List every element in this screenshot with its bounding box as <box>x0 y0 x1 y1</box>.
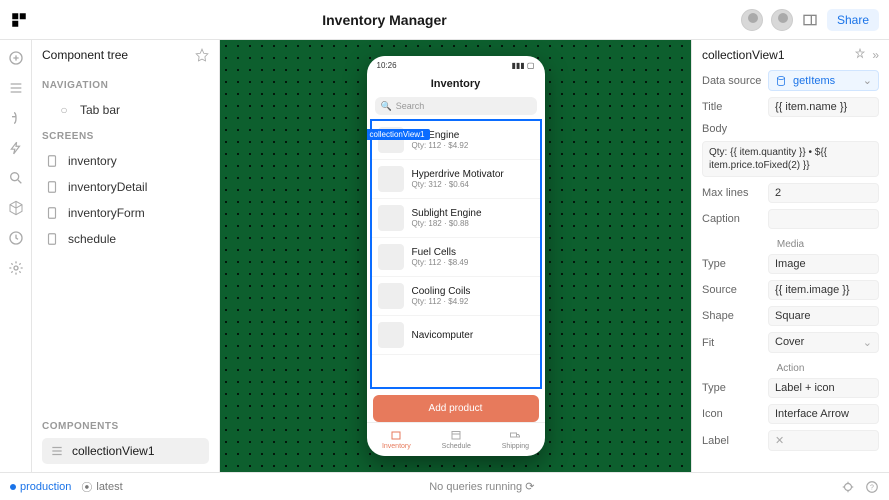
action-section-label: Action <box>702 363 879 374</box>
chevron-down-icon: ⌄ <box>863 336 872 349</box>
database-icon <box>775 75 787 87</box>
tab-shipping[interactable]: Shipping <box>502 429 529 450</box>
collection-view-selection[interactable]: Ion EngineQty: 112 · $4.92 Hyperdrive Mo… <box>370 119 542 389</box>
close-icon[interactable]: ✕ <box>775 435 784 447</box>
tree-item-tabbar[interactable]: ○ Tab bar <box>42 97 209 123</box>
icon-select[interactable]: Interface Arrow <box>768 404 879 424</box>
circle-icon: ○ <box>56 102 72 118</box>
svg-text:?: ? <box>870 484 874 491</box>
screen-icon <box>44 153 60 169</box>
refresh-icon[interactable]: ⟳ <box>525 481 534 493</box>
props-title: collectionView1 <box>702 48 785 62</box>
properties-panel: collectionView1 » Data source getItems ⌄… <box>691 40 889 472</box>
version-badge[interactable]: ⦿latest <box>81 479 122 495</box>
signal-icon: ▮▮▮ ▢ <box>512 61 535 70</box>
list-item[interactable]: Cooling CoilsQty: 112 · $4.92 <box>372 277 540 316</box>
truck-icon <box>509 429 521 441</box>
selection-tag[interactable]: collectionView1 <box>367 129 430 140</box>
query-status: No queries running ⟳ <box>133 480 831 493</box>
panels-icon[interactable] <box>801 11 819 29</box>
shape-select[interactable]: Square <box>768 306 879 326</box>
caption-input[interactable] <box>768 209 879 229</box>
calendar-icon <box>450 429 462 441</box>
component-item-selected[interactable]: collectionView1 <box>42 438 209 464</box>
title-input[interactable]: {{ item.name }} <box>768 97 879 117</box>
screen-icon <box>44 179 60 195</box>
maxlines-input[interactable]: 2 <box>768 183 879 203</box>
add-icon[interactable] <box>8 50 24 66</box>
list-icon <box>50 444 64 458</box>
screens-section-label: SCREENS <box>42 131 209 142</box>
chevron-down-icon: ⌄ <box>863 74 872 87</box>
list-item[interactable]: Ion EngineQty: 112 · $4.92 <box>372 121 540 160</box>
media-section-label: Media <box>702 239 879 250</box>
tab-schedule[interactable]: Schedule <box>442 429 471 450</box>
thumbnail <box>378 166 404 192</box>
nav-section-label: NAVIGATION <box>42 80 209 91</box>
help-icon[interactable]: ? <box>865 480 879 494</box>
action-type-select[interactable]: Label + icon <box>768 378 879 398</box>
source-input[interactable]: {{ item.image }} <box>768 280 879 300</box>
env-badge[interactable]: production <box>10 481 71 493</box>
list-item[interactable]: Sublight EngineQty: 182 · $0.88 <box>372 199 540 238</box>
gear-icon[interactable] <box>8 260 24 276</box>
media-type-select[interactable]: Image <box>768 254 879 274</box>
canvas[interactable]: 10:26 ▮▮▮ ▢ Inventory 🔍 Search collectio… <box>220 40 691 472</box>
statusbar: production ⦿latest No queries running ⟳ … <box>0 472 889 500</box>
search-icon: 🔍 <box>381 101 392 112</box>
box-icon <box>390 429 402 441</box>
add-product-button[interactable]: Add product <box>373 395 539 422</box>
phone-title: Inventory <box>367 74 545 94</box>
bolt-icon[interactable] <box>8 140 24 156</box>
debug-icon[interactable] <box>841 480 855 494</box>
component-tree-panel: Component tree NAVIGATION ○ Tab bar SCRE… <box>32 40 220 472</box>
app-title: Inventory Manager <box>28 12 741 28</box>
phone-tabbar: Inventory Schedule Shipping <box>367 422 545 456</box>
thumbnail <box>378 244 404 270</box>
thumbnail <box>378 283 404 309</box>
screen-icon <box>44 231 60 247</box>
list-item[interactable]: Hyperdrive MotivatorQty: 312 · $0.64 <box>372 160 540 199</box>
pin-icon[interactable] <box>195 48 209 62</box>
datasource-select[interactable]: getItems ⌄ <box>768 70 879 91</box>
component-tree-title: Component tree <box>42 48 128 62</box>
thumbnail <box>378 205 404 231</box>
screen-icon <box>44 205 60 221</box>
topbar: Inventory Manager Share <box>0 0 889 40</box>
list-item[interactable]: Fuel CellsQty: 112 · $8.49 <box>372 238 540 277</box>
body-input[interactable]: Qty: {{ item.quantity }} • ${{ item.pric… <box>702 141 879 177</box>
list-icon[interactable] <box>8 80 24 96</box>
datasource-label: Data source <box>702 75 762 87</box>
fit-select[interactable]: Cover⌄ <box>768 332 879 353</box>
tree-item-screen[interactable]: schedule <box>42 226 209 252</box>
function-icon[interactable] <box>8 110 24 126</box>
share-button[interactable]: Share <box>827 9 879 31</box>
label-input[interactable]: ✕ <box>768 430 879 451</box>
tree-item-screen[interactable]: inventory <box>42 148 209 174</box>
components-section-label: COMPONENTS <box>42 421 209 432</box>
phone-preview: 10:26 ▮▮▮ ▢ Inventory 🔍 Search collectio… <box>367 56 545 456</box>
thumbnail <box>378 322 404 348</box>
tab-inventory[interactable]: Inventory <box>382 429 411 450</box>
history-icon[interactable] <box>8 230 24 246</box>
phone-statusbar: 10:26 ▮▮▮ ▢ <box>367 56 545 74</box>
pin-icon[interactable] <box>854 48 866 62</box>
tag-icon: ⦿ <box>81 479 92 495</box>
avatar[interactable] <box>741 9 763 31</box>
left-rail <box>0 40 32 472</box>
tree-item-screen[interactable]: inventoryDetail <box>42 174 209 200</box>
tree-item-screen[interactable]: inventoryForm <box>42 200 209 226</box>
avatar[interactable] <box>771 9 793 31</box>
cube-icon[interactable] <box>8 200 24 216</box>
search-icon[interactable] <box>8 170 24 186</box>
list-item[interactable]: Navicomputer <box>372 316 540 355</box>
more-icon[interactable]: » <box>872 48 879 62</box>
app-logo <box>10 11 28 29</box>
phone-search[interactable]: 🔍 Search <box>375 97 537 115</box>
